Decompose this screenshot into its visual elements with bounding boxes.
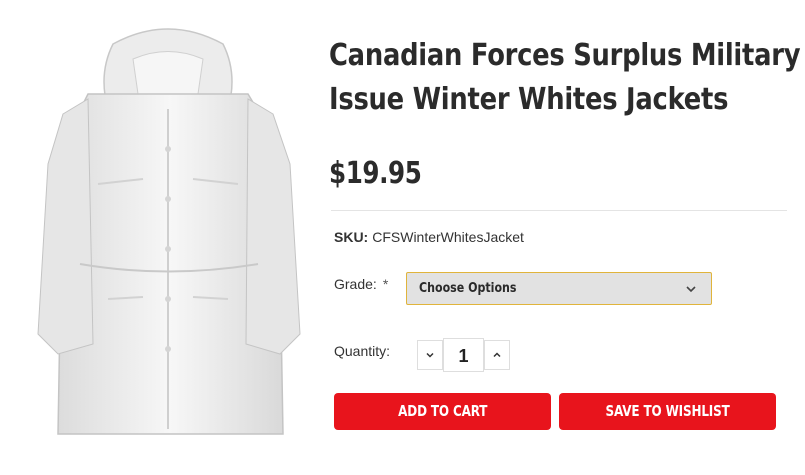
- sku-row: SKU: CFSWinterWhitesJacket: [334, 229, 524, 245]
- chevron-down-icon: [686, 286, 696, 293]
- product-price: $19.95: [329, 156, 422, 191]
- product-image[interactable]: [18, 14, 318, 454]
- quantity-increment-button[interactable]: [484, 340, 510, 370]
- sku-value: CFSWinterWhitesJacket: [372, 229, 524, 245]
- quantity-label: Quantity:: [334, 343, 391, 359]
- sku-label: SKU:: [334, 229, 369, 245]
- grade-label: Grade: *: [334, 276, 388, 292]
- chevron-down-icon: [426, 352, 434, 358]
- product-title-line-1: Canadian Forces Surplus Military: [329, 38, 801, 73]
- quantity-input[interactable]: 1: [443, 338, 484, 372]
- divider: [331, 210, 787, 211]
- add-to-cart-button[interactable]: ADD TO CART: [334, 393, 551, 430]
- product-title-line-2: Issue Winter Whites Jackets: [329, 82, 729, 117]
- save-to-wishlist-button[interactable]: SAVE TO WISHLIST: [559, 393, 776, 430]
- product-title: Canadian Forces Surplus Military Issue Wi…: [329, 34, 801, 122]
- grade-label-text: Grade:: [334, 276, 377, 292]
- required-mark: *: [382, 276, 389, 292]
- save-to-wishlist-label: SAVE TO WISHLIST: [605, 402, 730, 420]
- grade-select[interactable]: Choose Options: [406, 272, 712, 305]
- grade-select-value: Choose Options: [419, 281, 517, 296]
- chevron-up-icon: [493, 352, 501, 358]
- add-to-cart-label: ADD TO CART: [397, 402, 488, 420]
- quantity-decrement-button[interactable]: [417, 340, 443, 370]
- jacket-illustration: [37, 28, 301, 435]
